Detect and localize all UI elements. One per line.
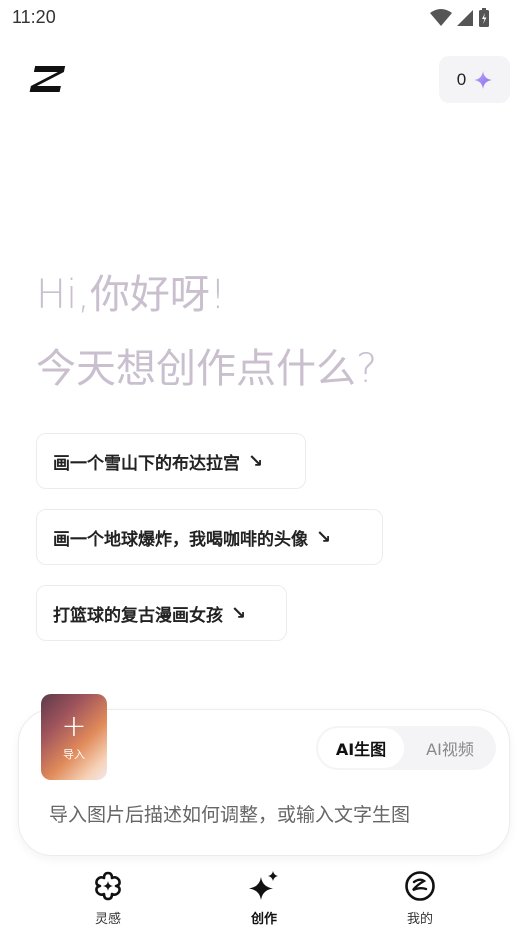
suggestion-text: 画一个雪山下的布达拉宫: [53, 453, 240, 474]
profile-icon: [405, 871, 435, 901]
mode-ai-video-tab[interactable]: AI视频: [406, 728, 494, 768]
suggestion-chip[interactable]: 画一个雪山下的布达拉宫 ↘: [36, 433, 306, 489]
arrow-down-right-icon: ↘: [316, 526, 332, 548]
greeting-title: Hi,你好呀!: [36, 272, 226, 318]
mode-ai-image-tab[interactable]: AI生图: [318, 728, 404, 768]
arrow-down-right-icon: ↘: [248, 450, 264, 472]
greeting-subtitle: 今天想创作点什么?: [36, 346, 378, 392]
nav-create[interactable]: 创作: [224, 870, 304, 934]
credits-button[interactable]: 0: [439, 56, 510, 103]
app-logo-icon: [29, 66, 66, 92]
battery-icon: [479, 8, 489, 27]
credits-count: 0: [456, 69, 467, 89]
status-icons: [430, 8, 490, 28]
signal-icon: [457, 10, 473, 26]
nav-inspiration[interactable]: 灵感: [68, 870, 148, 934]
nav-label: 灵感: [94, 912, 121, 927]
status-time: 11:20: [12, 7, 56, 27]
nav-profile[interactable]: 我的: [380, 870, 460, 934]
wifi-icon: [430, 9, 452, 26]
import-image-button[interactable]: + 导入: [41, 694, 107, 780]
suggestion-text: 画一个地球爆炸，我喝咖啡的头像: [53, 529, 308, 550]
inspiration-icon: [95, 871, 121, 901]
plus-icon: +: [61, 709, 87, 744]
sparkle-icon: [474, 70, 493, 89]
sparkle-create-icon: [249, 871, 278, 900]
nav-label: 创作: [250, 912, 277, 927]
suggestion-text: 打篮球的复古漫画女孩: [53, 605, 223, 626]
import-label: 导入: [63, 748, 85, 761]
nav-label: 我的: [406, 912, 433, 927]
arrow-down-right-icon: ↘: [231, 602, 247, 624]
suggestion-chip[interactable]: 打篮球的复古漫画女孩 ↘: [36, 585, 287, 641]
suggestion-chip[interactable]: 画一个地球爆炸，我喝咖啡的头像 ↘: [36, 509, 383, 565]
status-bar: 11:20: [0, 0, 528, 36]
prompt-input[interactable]: 导入图片后描述如何调整，或输入文字生图: [49, 800, 410, 827]
